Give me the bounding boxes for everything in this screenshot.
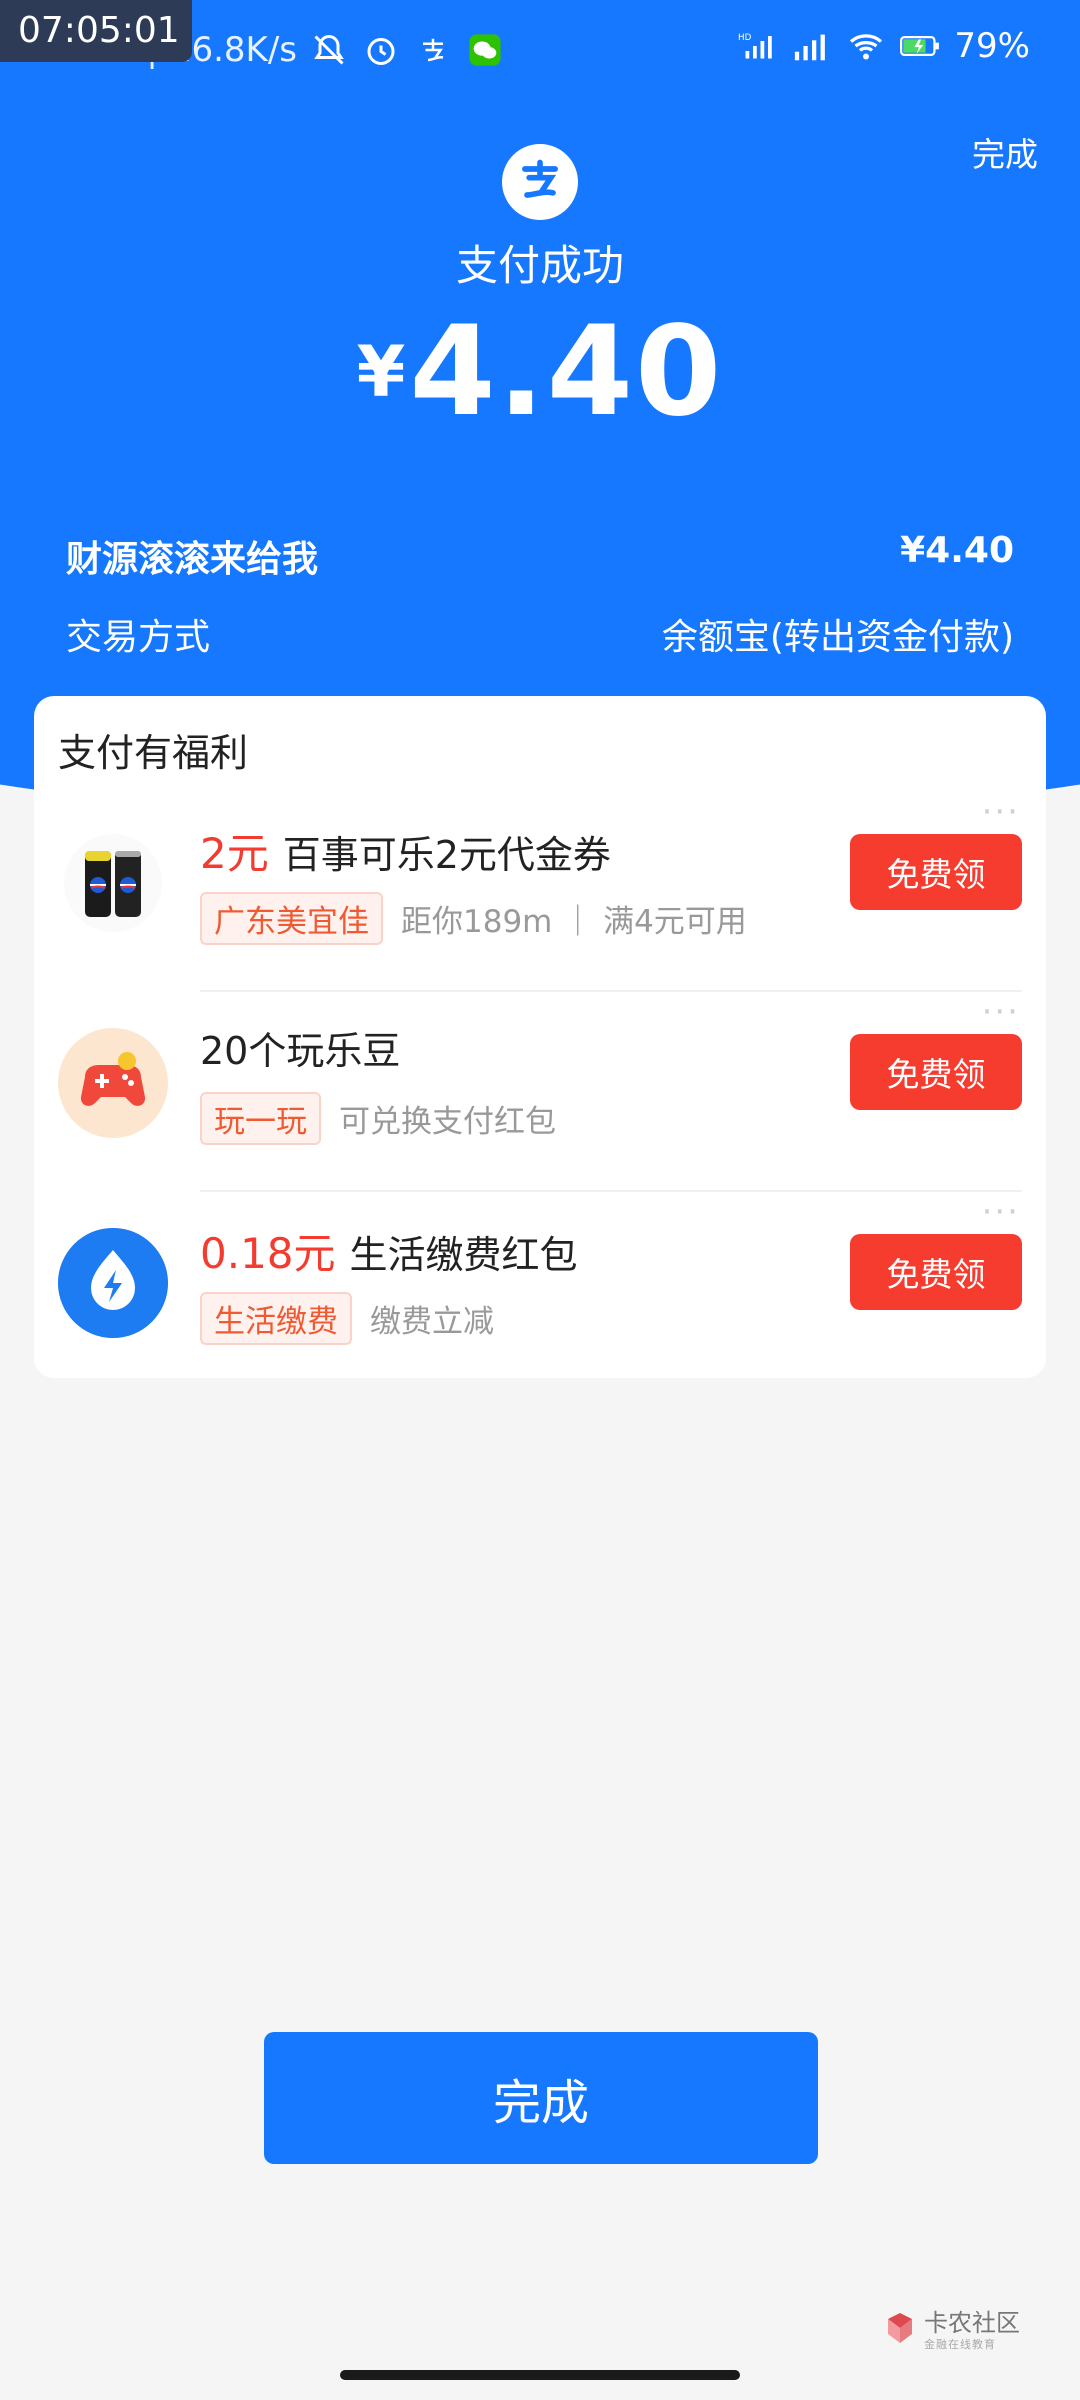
wifi-icon [846, 26, 886, 66]
benefits-title: 支付有福利 [58, 731, 249, 775]
done-button[interactable]: 完成 [264, 2032, 818, 2164]
benefit-item[interactable]: ··· 20个玩乐豆 玩一玩 可兑换支付红包 免费领 [34, 992, 1046, 1192]
mute-bell-icon [309, 30, 349, 70]
gamepad-icon [58, 1028, 168, 1138]
benefit-note: 缴费立减 [370, 1304, 494, 1340]
payment-amount: ¥4.40 [0, 300, 1080, 444]
status-bar: 07:05:01 7:05 | 16.8K/s HD [0, 0, 1080, 100]
claim-free-button[interactable]: 免费领 [850, 834, 1022, 910]
benefit-sub: 玩一玩 可兑换支付红包 [200, 1092, 556, 1145]
benefit-tag: 玩一玩 [200, 1092, 321, 1145]
signal-icon [792, 26, 832, 66]
alipay-logo-icon [502, 144, 578, 220]
payment-method-value: 余额宝(转出资金付款) [661, 617, 1014, 658]
watermark-logo-icon [882, 2310, 918, 2350]
overlay-clock: 07:05:01 [0, 0, 192, 62]
payment-status-title: 支付成功 [455, 241, 624, 290]
benefit-note: 距你189m ｜ 满4元可用 [401, 904, 747, 940]
alarm-icon [361, 30, 401, 70]
payment-method-row: 交易方式 余额宝(转出资金付款) [66, 608, 1014, 660]
benefit-title: 百事可乐2元代金券 [282, 833, 611, 877]
benefit-tag: 广东美宜佳 [200, 892, 383, 945]
payment-result-page: 07:05:01 7:05 | 16.8K/s HD [0, 0, 1080, 2400]
benefit-item[interactable]: ··· 0.18元 生活缴费红包 生活缴费 缴费立减 免费领 [34, 1192, 1046, 1392]
watermark-sub: 金融在线教育 [924, 2337, 996, 2351]
claim-free-button[interactable]: 免费领 [850, 1034, 1022, 1110]
benefit-title: 20个玩乐豆 [200, 1029, 401, 1073]
more-options-icon[interactable]: ··· [982, 1192, 1020, 1232]
status-right: HD 79% [738, 26, 1030, 66]
payment-method-label: 交易方式 [66, 617, 211, 658]
benefit-name: 2元 百事可乐2元代金券 [200, 820, 611, 881]
payee-amount: ¥4.40 [900, 530, 1014, 571]
claim-free-button[interactable]: 免费领 [850, 1234, 1022, 1310]
wechat-notification-icon [465, 30, 505, 70]
benefit-note: 可兑换支付红包 [339, 1104, 556, 1140]
currency-symbol: ¥ [356, 331, 406, 413]
benefit-title: 生活缴费红包 [349, 1233, 578, 1277]
benefit-name: 0.18元 生活缴费红包 [200, 1220, 578, 1281]
svg-text:HD: HD [738, 33, 752, 43]
benefit-sub: 广东美宜佳 距你189m ｜ 满4元可用 [200, 892, 747, 945]
benefit-highlight: 2元 [200, 829, 269, 878]
benefit-highlight: 0.18元 [200, 1229, 336, 1278]
cola-cans-icon [58, 828, 168, 938]
top-done-link[interactable]: 完成 [972, 128, 1038, 176]
benefit-name: 20个玩乐豆 [200, 1020, 400, 1075]
hd-signal-icon: HD [738, 26, 778, 66]
battery-icon [900, 26, 940, 66]
more-options-icon[interactable]: ··· [982, 792, 1020, 832]
benefit-sub: 生活缴费 缴费立减 [200, 1292, 494, 1345]
battery-percent: 79% [954, 26, 1030, 66]
benefit-tag: 生活缴费 [200, 1292, 352, 1345]
benefits-card: 支付有福利 ··· 2元 百事可乐2元代金券 广东美宜佳 距你189m ｜ 满4… [34, 696, 1046, 1378]
more-options-icon[interactable]: ··· [982, 992, 1020, 1032]
benefit-item[interactable]: ··· 2元 百事可乐2元代金券 广东美宜佳 距你189m ｜ 满4元可用 免费… [34, 792, 1046, 992]
home-indicator[interactable] [340, 2370, 740, 2380]
payee-name: 财源滚滚来给我 [66, 539, 319, 580]
watermark: 卡农社区 金融在线教育 [882, 2310, 1020, 2350]
alipay-notification-icon [413, 30, 453, 70]
lightning-drop-icon [58, 1228, 168, 1338]
amount-value: 4.40 [409, 300, 724, 444]
watermark-main: 卡农社区 [924, 2308, 1020, 2337]
watermark-text: 卡农社区 金融在线教育 [924, 2311, 1020, 2350]
payee-row: 财源滚滚来给我 ¥4.40 [66, 530, 1014, 582]
